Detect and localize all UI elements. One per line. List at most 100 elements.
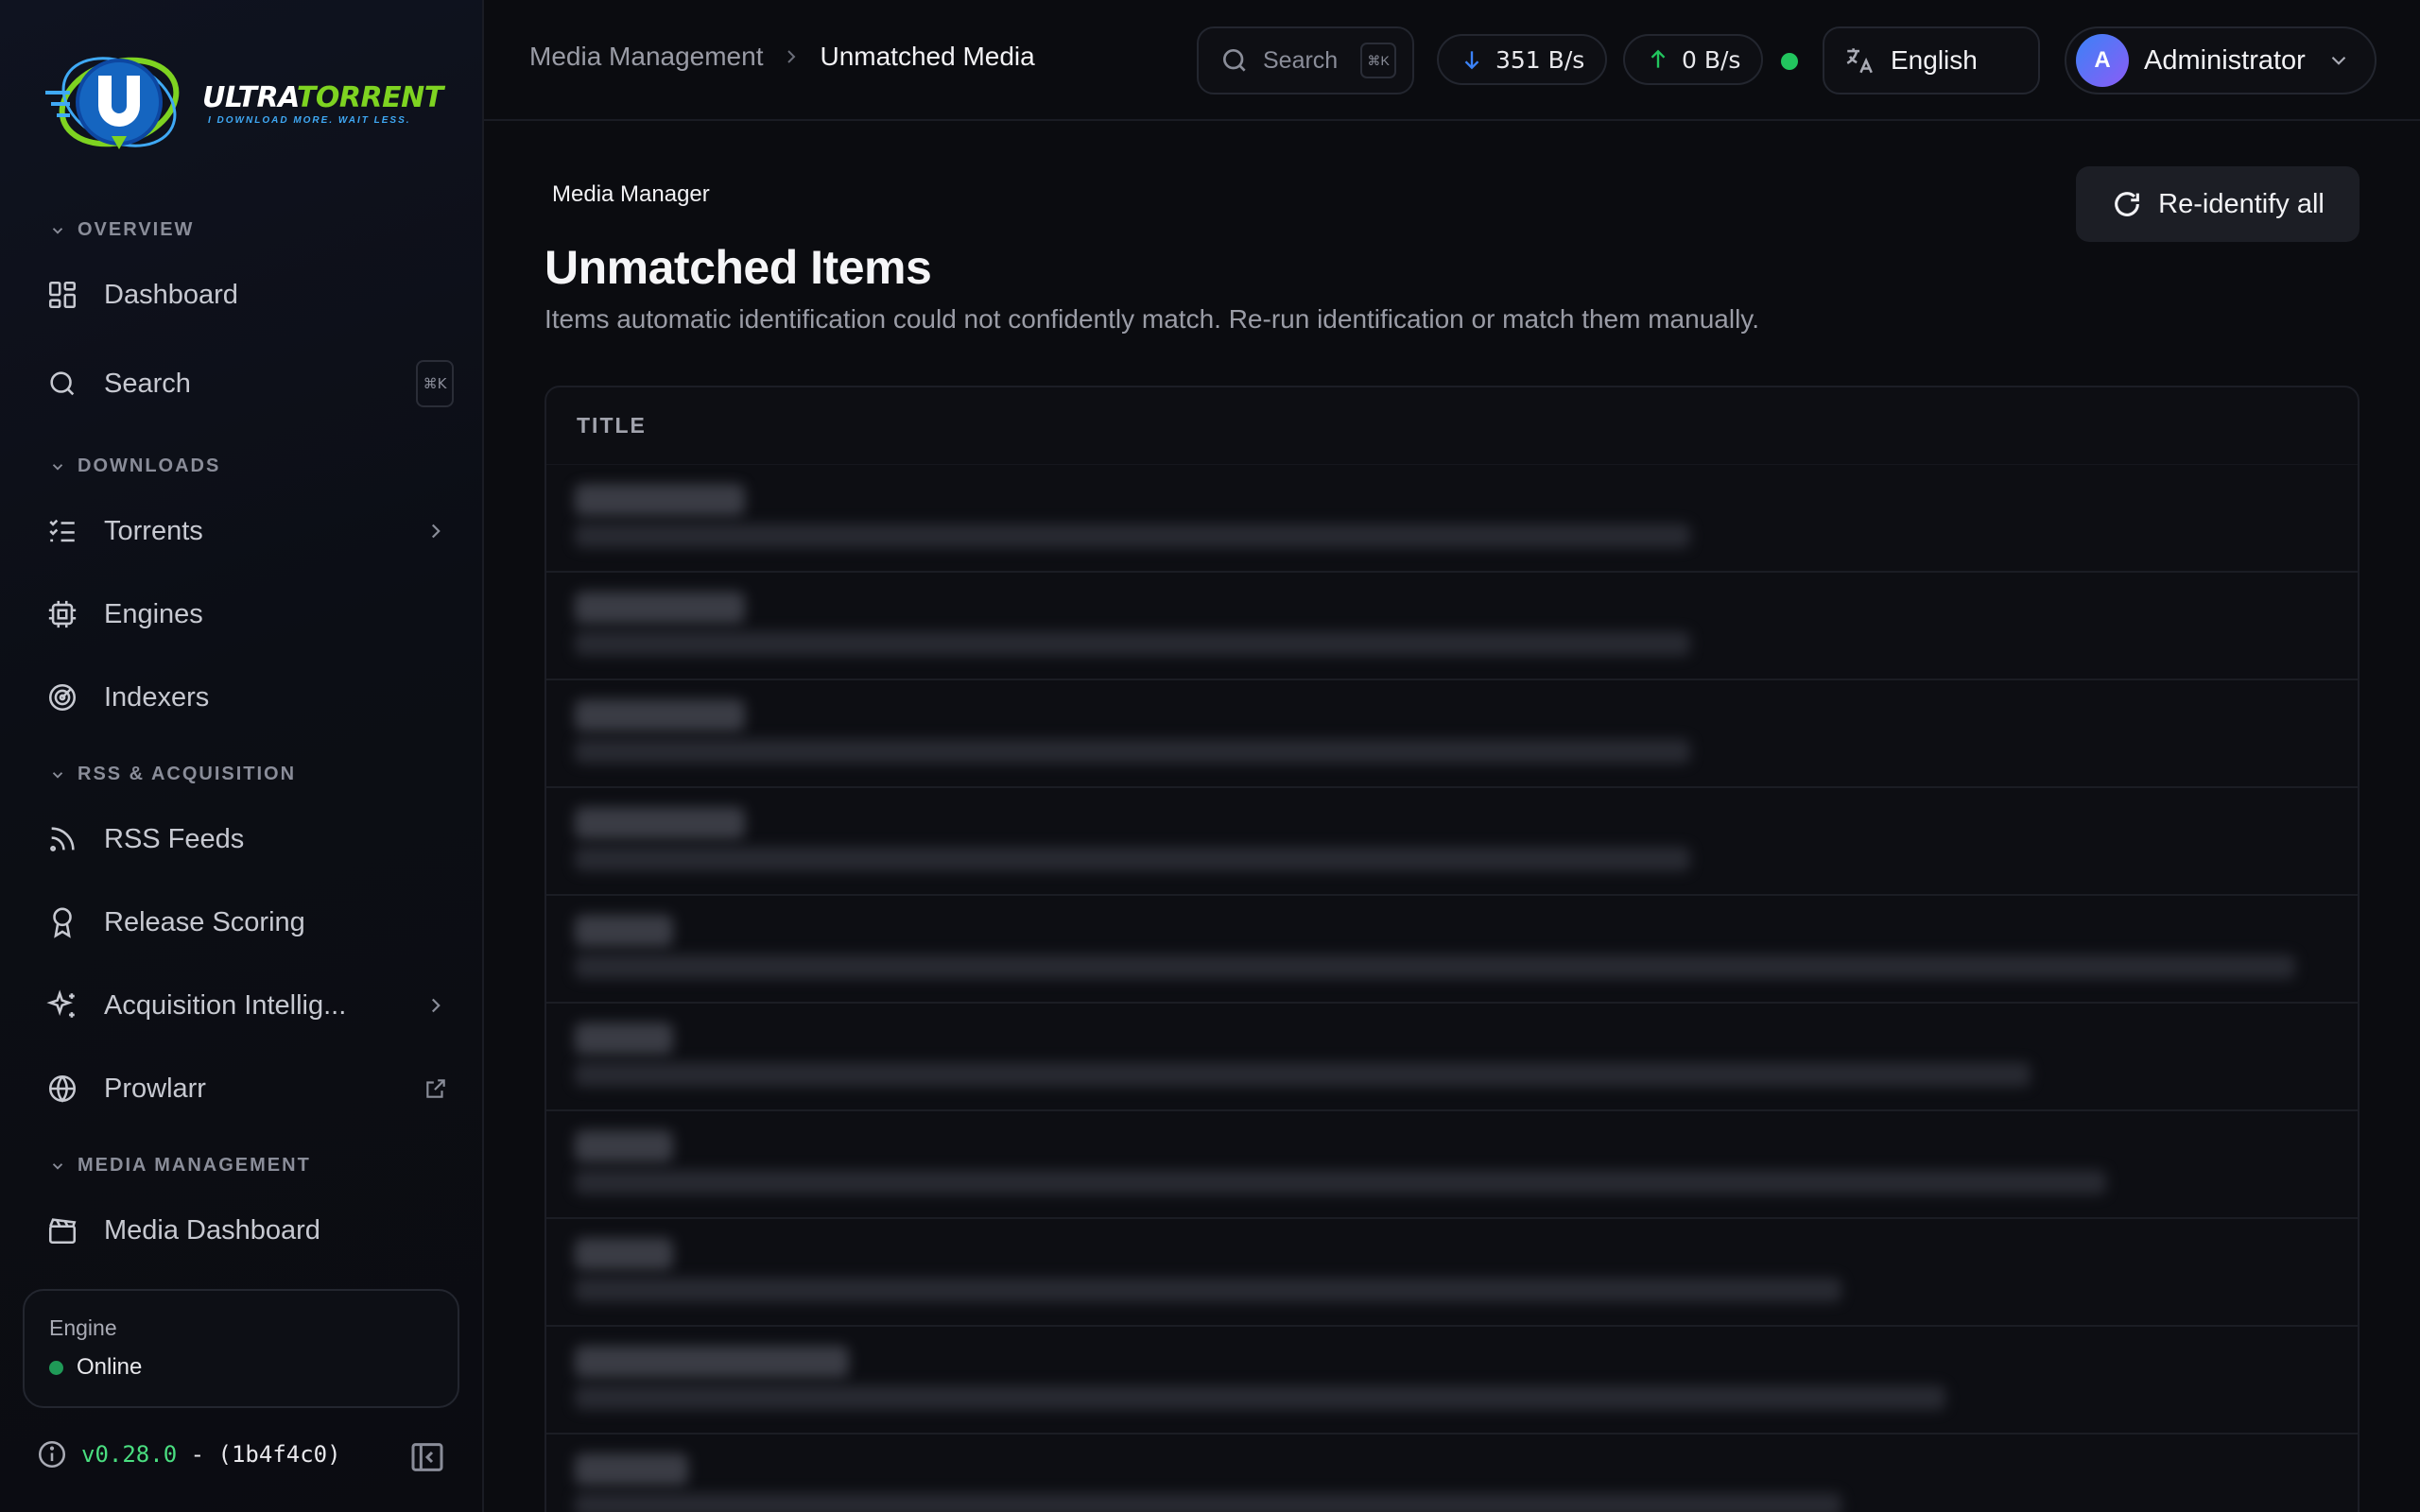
row-subtitle xyxy=(575,1493,1841,1512)
download-speed-value: 351 B/s xyxy=(1495,45,1585,74)
row-subtitle xyxy=(575,524,1690,548)
sidebar-item-rss-feeds[interactable]: RSS Feeds xyxy=(23,803,461,875)
section-label-downloads: DOWNLOADS xyxy=(78,455,221,476)
section-toggle-downloads[interactable]: DOWNLOADS xyxy=(49,455,220,477)
search-icon xyxy=(1223,49,1246,72)
sidebar-item-label: Acquisition Intellig... xyxy=(104,989,347,1021)
logo-wordmark: ULTRATORRENT xyxy=(202,81,443,114)
globe-icon xyxy=(45,1072,79,1106)
table-row[interactable] xyxy=(546,1219,2358,1327)
version-number: v0.28.0 xyxy=(81,1441,178,1468)
avatar: A xyxy=(2076,34,2129,87)
app-logo[interactable]: ULTRATORRENT I DOWNLOAD MORE. WAIT LESS. xyxy=(42,47,443,161)
dashboard-icon xyxy=(45,278,79,312)
refresh-icon xyxy=(2115,192,2140,216)
chevron-down-icon xyxy=(52,1162,63,1170)
row-title xyxy=(575,807,745,839)
download-speed-badge: 351 B/s xyxy=(1437,34,1608,85)
logo-word-torrent: TORRENT xyxy=(296,81,443,114)
info-icon[interactable] xyxy=(36,1438,68,1470)
sidebar-item-media-dashboard[interactable]: Media Dashboard xyxy=(23,1194,461,1266)
table-header: TITLE xyxy=(546,387,2358,465)
table-row[interactable] xyxy=(546,788,2358,896)
section-label-rss: RSS & ACQUISITION xyxy=(78,764,297,784)
top-bar: Media Management Unmatched Media Search … xyxy=(484,0,2420,121)
award-icon xyxy=(45,905,79,939)
reidentify-all-button[interactable]: Re-identify all xyxy=(2076,166,2360,242)
sidebar-item-search[interactable]: Search ⌘K xyxy=(23,348,461,420)
row-title xyxy=(575,1022,673,1055)
sidebar-item-prowlarr[interactable]: Prowlarr xyxy=(23,1053,461,1125)
radar-icon xyxy=(45,680,79,714)
row-title xyxy=(575,1346,849,1378)
connection-status-dot xyxy=(1781,53,1798,70)
row-title xyxy=(575,1238,673,1270)
table-row[interactable] xyxy=(546,1435,2358,1512)
sidebar-item-dashboard[interactable]: Dashboard xyxy=(23,259,461,331)
table-row[interactable] xyxy=(546,465,2358,573)
search-shortcut-hint: ⌘K xyxy=(416,360,454,407)
unmatched-items-table: TITLE xyxy=(544,386,2360,1512)
sidebar-item-torrents[interactable]: Torrents xyxy=(23,495,461,567)
global-search-button[interactable]: Search ⌘K xyxy=(1197,26,1414,94)
user-menu[interactable]: A Administrator xyxy=(2065,26,2377,94)
table-body xyxy=(546,465,2358,1512)
search-placeholder: Search xyxy=(1263,46,1339,74)
user-name: Administrator xyxy=(2144,44,2306,76)
sidebar-item-label: Dashboard xyxy=(104,279,238,310)
chevron-down-icon xyxy=(2331,56,2346,65)
table-row[interactable] xyxy=(546,1327,2358,1435)
engine-label: Engine xyxy=(49,1315,117,1340)
sparkles-icon xyxy=(45,988,79,1022)
page-title: Unmatched Items xyxy=(544,241,932,294)
row-subtitle xyxy=(575,1278,1841,1302)
cpu-icon xyxy=(45,597,79,631)
chevron-down-icon xyxy=(52,771,63,779)
table-row[interactable] xyxy=(546,1004,2358,1111)
row-subtitle xyxy=(575,1062,2031,1087)
row-title xyxy=(575,484,745,516)
translate-icon xyxy=(1846,48,1873,74)
section-toggle-overview[interactable]: OVERVIEW xyxy=(49,219,194,241)
sidebar-item-label: Release Scoring xyxy=(104,906,305,937)
page-description: Items automatic identification could not… xyxy=(544,304,1759,334)
sidebar-item-release-scoring[interactable]: Release Scoring xyxy=(23,886,461,958)
row-title xyxy=(575,1453,688,1486)
section-toggle-media[interactable]: MEDIA MANAGEMENT xyxy=(49,1155,311,1177)
sidebar-item-indexers[interactable]: Indexers xyxy=(23,662,461,733)
collapse-sidebar-icon[interactable] xyxy=(408,1438,446,1476)
sidebar-item-engines[interactable]: Engines xyxy=(23,578,461,650)
table-row[interactable] xyxy=(546,896,2358,1004)
chevron-down-icon xyxy=(52,463,63,471)
search-icon xyxy=(45,367,79,401)
table-row[interactable] xyxy=(546,1111,2358,1219)
search-shortcut-hint: ⌘K xyxy=(1360,43,1397,78)
status-dot-icon xyxy=(49,1360,63,1375)
section-toggle-rss[interactable]: RSS & ACQUISITION xyxy=(49,764,296,785)
column-header-title[interactable]: TITLE xyxy=(577,413,647,438)
logo-word-ultra: ULTRA xyxy=(202,81,297,114)
row-title xyxy=(575,1130,673,1162)
engine-status-text: Online xyxy=(77,1354,143,1380)
row-subtitle xyxy=(575,1385,1945,1410)
chevron-right-icon xyxy=(787,50,796,63)
rss-icon xyxy=(45,822,79,856)
page-eyebrow: Media Manager xyxy=(552,181,710,207)
breadcrumb-parent-link[interactable]: Media Management xyxy=(529,42,763,72)
upload-speed-badge: 0 B/s xyxy=(1623,34,1764,85)
list-checks-icon xyxy=(45,514,79,548)
version-info: v0.28.0 - (1b4f4c0) xyxy=(36,1438,341,1470)
row-title xyxy=(575,699,745,731)
chevron-right-icon xyxy=(420,989,452,1022)
table-row[interactable] xyxy=(546,680,2358,788)
table-row[interactable] xyxy=(546,573,2358,680)
language-selector[interactable]: English xyxy=(1823,26,2040,94)
sidebar-item-acquisition-intelligence[interactable]: Acquisition Intellig... xyxy=(23,970,461,1041)
breadcrumb: Media Management Unmatched Media xyxy=(529,42,1035,72)
version-commit: (1b4f4c0) xyxy=(217,1441,341,1468)
engine-status-card: Engine Online xyxy=(23,1289,459,1408)
row-subtitle xyxy=(575,1170,2106,1194)
row-subtitle xyxy=(575,847,1690,871)
arrow-up-icon xyxy=(1651,49,1666,68)
arrow-down-icon xyxy=(1464,51,1479,70)
